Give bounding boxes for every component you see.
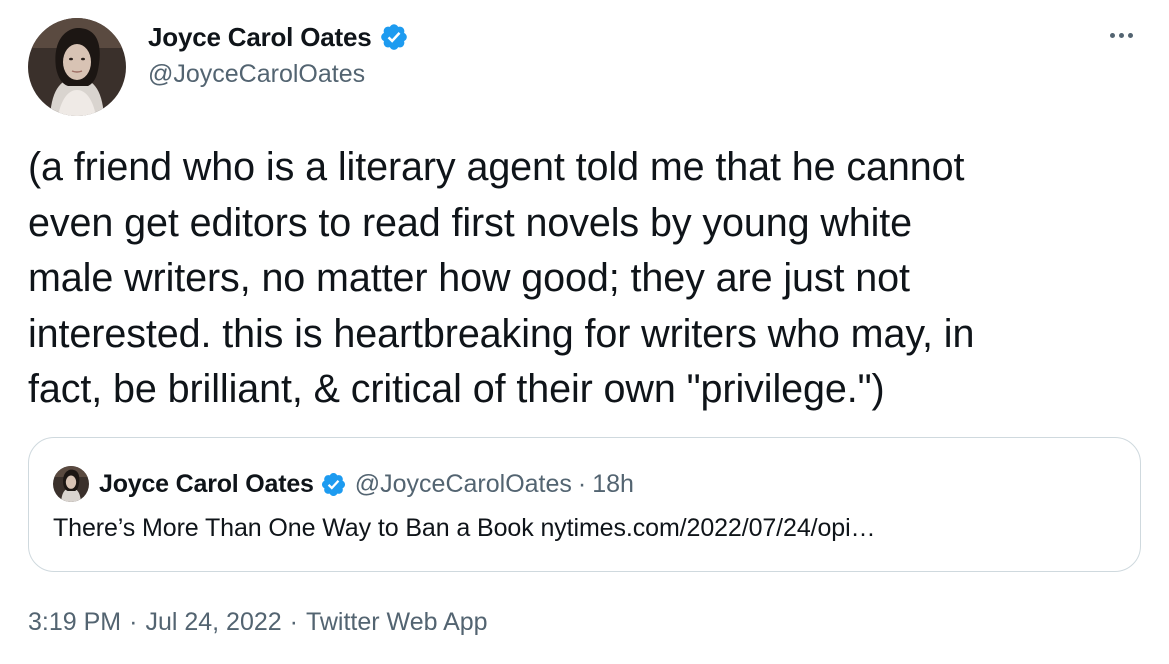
tweet-date-link[interactable]: Jul 24, 2022: [145, 608, 281, 637]
author-name-row: Joyce Carol Oates: [148, 20, 409, 54]
tweet: Joyce Carol Oates @JoyceCarolOates (a fr…: [0, 0, 1169, 664]
ellipsis-dot: [1118, 32, 1124, 38]
quoted-tweet-text: There’s More Than One Way to Ban a Book …: [53, 514, 876, 542]
ellipsis-dot: [1127, 32, 1133, 38]
tweet-text: (a friend who is a literary agent told m…: [28, 145, 975, 411]
tweet-time-link[interactable]: 3:19 PM: [28, 608, 121, 637]
author-avatar[interactable]: [28, 18, 126, 116]
meta-separator: ·: [289, 608, 298, 636]
author-header: Joyce Carol Oates @JoyceCarolOates: [148, 20, 409, 89]
verified-badge-icon: [380, 24, 407, 50]
profile-photo-icon: [28, 18, 126, 116]
quoted-tweet-header: Joyce Carol Oates @JoyceCarolOates · 18h: [99, 466, 634, 502]
author-handle[interactable]: @JoyceCarolOates: [148, 60, 409, 89]
quoted-author-avatar: [53, 466, 89, 502]
meta-separator: ·: [129, 608, 138, 636]
quoted-author-handle: @JoyceCarolOates: [354, 469, 572, 498]
quoted-author-name: Joyce Carol Oates: [99, 469, 314, 498]
tweet-meta: 3:19 PM · Jul 24, 2022 · Twitter Web App: [28, 608, 488, 637]
quoted-tweet-card[interactable]: Joyce Carol Oates @JoyceCarolOates · 18h…: [28, 437, 1141, 572]
profile-photo-icon: [53, 466, 89, 502]
ellipsis-icon: [1109, 32, 1115, 38]
verified-badge-icon: [321, 472, 345, 496]
more-options-button[interactable]: [1101, 20, 1141, 50]
quoted-timestamp: 18h: [592, 469, 634, 498]
tweet-source-link[interactable]: Twitter Web App: [306, 608, 488, 637]
author-display-name[interactable]: Joyce Carol Oates: [148, 22, 372, 53]
quoted-separator: ·: [577, 469, 587, 498]
